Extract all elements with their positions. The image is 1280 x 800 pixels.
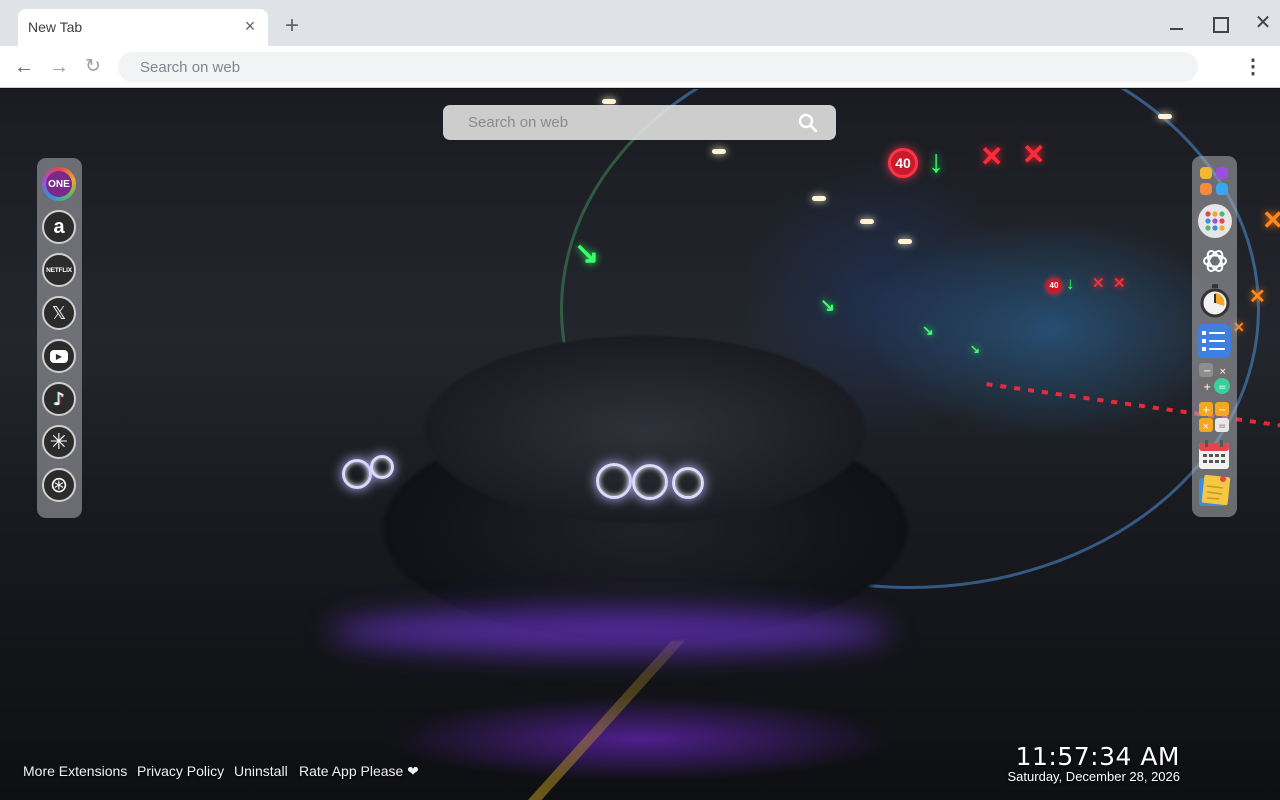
green-arrow-sign: ↓	[928, 143, 944, 179]
amazon-icon[interactable]: a	[42, 210, 76, 244]
sticky-note-icon[interactable]	[1197, 474, 1231, 508]
uninstall-link[interactable]: Uninstall	[234, 763, 288, 779]
browser-menu-button[interactable]: ⋮	[1243, 54, 1263, 80]
netflix-icon[interactable]: NETFLIX	[42, 253, 76, 287]
apps-icon-graphic	[1200, 167, 1228, 195]
ceiling-light	[712, 149, 726, 154]
calculator-icon-graphic: − × + =	[1199, 363, 1230, 394]
headlight	[672, 467, 704, 499]
more-extensions-link[interactable]: More Extensions	[23, 763, 127, 779]
tab-new-tab[interactable]: New Tab ×	[18, 9, 268, 46]
tab-close-icon[interactable]: ×	[240, 16, 260, 36]
svg-text:×: ×	[1219, 367, 1227, 377]
youtube-icon[interactable]: ▶	[42, 339, 76, 373]
new-tab-button[interactable]: +	[280, 14, 304, 38]
rate-app-link[interactable]: Rate App Please ❤	[299, 763, 419, 780]
green-diagonal-arrow-sign: ↘	[970, 342, 981, 356]
grid-menu-icon[interactable]	[1198, 204, 1232, 238]
green-arrow-sign: ↓	[1066, 274, 1075, 293]
sticky-note-icon-graphic	[1199, 474, 1231, 506]
wallpaper: 40 ↓ ✕ ✕ ↘ ↘ ↘ ↘ 40 ↓ ✕ ✕ ✕ ✕ ✕	[0, 89, 1280, 800]
grid-menu-icon-graphic	[1205, 211, 1225, 231]
calendar-icon-graphic	[1199, 440, 1229, 469]
calculator-icon[interactable]: − × + =	[1197, 361, 1231, 395]
netflix-icon-label: NETFLIX	[46, 266, 72, 274]
perplexity-icon[interactable]: ✳	[42, 425, 76, 459]
orange-cross-sign: ✕	[1262, 205, 1280, 235]
center-search-box	[443, 105, 836, 140]
calculator-orange-icon[interactable]: + − × =	[1197, 400, 1231, 434]
headlight	[370, 455, 394, 479]
one-icon-label: ONE	[46, 171, 72, 197]
maximize-button[interactable]	[1204, 10, 1234, 36]
svg-text:=: =	[1218, 382, 1226, 393]
headlight	[596, 463, 632, 499]
clock-date: Saturday, December 28, 2026	[1007, 769, 1180, 784]
speed-limit-sign: 40	[888, 148, 918, 178]
reload-button[interactable]: ↻	[80, 54, 106, 80]
red-cross-sign: ✕	[1092, 275, 1105, 292]
amazon-icon-glyph: a	[53, 215, 65, 238]
chatgpt-icon-glyph: ⊛	[49, 472, 69, 498]
svg-text:=: =	[1218, 421, 1226, 432]
close-window-button[interactable]: ✕	[1248, 10, 1278, 36]
privacy-policy-link[interactable]: Privacy Policy	[137, 763, 224, 779]
green-diagonal-arrow-sign: ↘	[820, 295, 836, 315]
ceiling-light	[860, 219, 874, 224]
ceiling-light	[812, 196, 826, 201]
stopwatch-icon-graphic	[1200, 284, 1230, 318]
headlight	[632, 464, 668, 500]
center-search-input[interactable]	[443, 105, 793, 140]
todo-list-icon-graphic	[1202, 331, 1225, 351]
red-cross-sign: ✕	[1022, 139, 1046, 170]
tab-title: New Tab	[28, 19, 83, 35]
perplexity-icon-glyph: ✳	[49, 429, 69, 455]
search-icon[interactable]	[797, 112, 819, 134]
calendar-icon[interactable]	[1197, 438, 1231, 472]
x-icon-glyph: 𝕏	[51, 302, 67, 324]
chatgpt-icon[interactable]: ⊛	[42, 468, 76, 502]
orange-cross-sign: ✕	[1249, 286, 1266, 308]
red-cross-sign: ✕	[980, 141, 1004, 172]
svg-text:×: ×	[1202, 422, 1210, 432]
ceiling-light	[1158, 114, 1172, 119]
clock-time: 11:57:34 AM	[1015, 742, 1180, 771]
youtube-icon-glyph: ▶	[50, 349, 68, 363]
red-cross-sign: ✕	[1113, 275, 1126, 292]
car-underglow	[330, 609, 890, 654]
address-bar[interactable]	[118, 52, 1198, 82]
ceiling-light	[602, 99, 616, 104]
browser-toolbar: ← → ↻ ⋮	[0, 46, 1280, 88]
ceiling-light	[898, 239, 912, 244]
calculator-orange-icon-graphic: + − × =	[1199, 402, 1229, 432]
headlight	[342, 459, 372, 489]
green-diagonal-arrow-sign: ↘	[922, 322, 934, 338]
forward-button[interactable]: →	[46, 54, 72, 80]
tiktok-icon-glyph: ♪	[53, 388, 65, 410]
left-shortcut-dock: ONE a NETFLIX 𝕏 ▶ ♪ ✳ ⊛	[37, 158, 82, 518]
speed-limit-sign-small: 40	[1046, 278, 1062, 294]
apps-icon[interactable]	[1197, 164, 1231, 198]
green-diagonal-arrow-sign: ↘	[574, 237, 600, 270]
tiktok-icon[interactable]: ♪	[42, 382, 76, 416]
todo-list-icon[interactable]	[1197, 324, 1231, 358]
back-button[interactable]: ←	[11, 54, 37, 80]
one-icon[interactable]: ONE	[42, 167, 76, 201]
tab-strip: New Tab × + ✕	[0, 0, 1280, 46]
svg-text:+: +	[1203, 382, 1211, 393]
svg-text:−: −	[1218, 405, 1226, 416]
svg-text:+: +	[1202, 405, 1210, 416]
x-icon[interactable]: 𝕏	[42, 296, 76, 330]
chatgpt-icon-graphic	[1203, 250, 1227, 272]
minimize-button[interactable]	[1162, 10, 1192, 36]
chatgpt-icon[interactable]	[1198, 244, 1232, 278]
svg-text:−: −	[1203, 366, 1211, 377]
stopwatch-icon[interactable]	[1198, 284, 1232, 318]
right-widget-dock: − × + = + − × =	[1192, 156, 1237, 517]
